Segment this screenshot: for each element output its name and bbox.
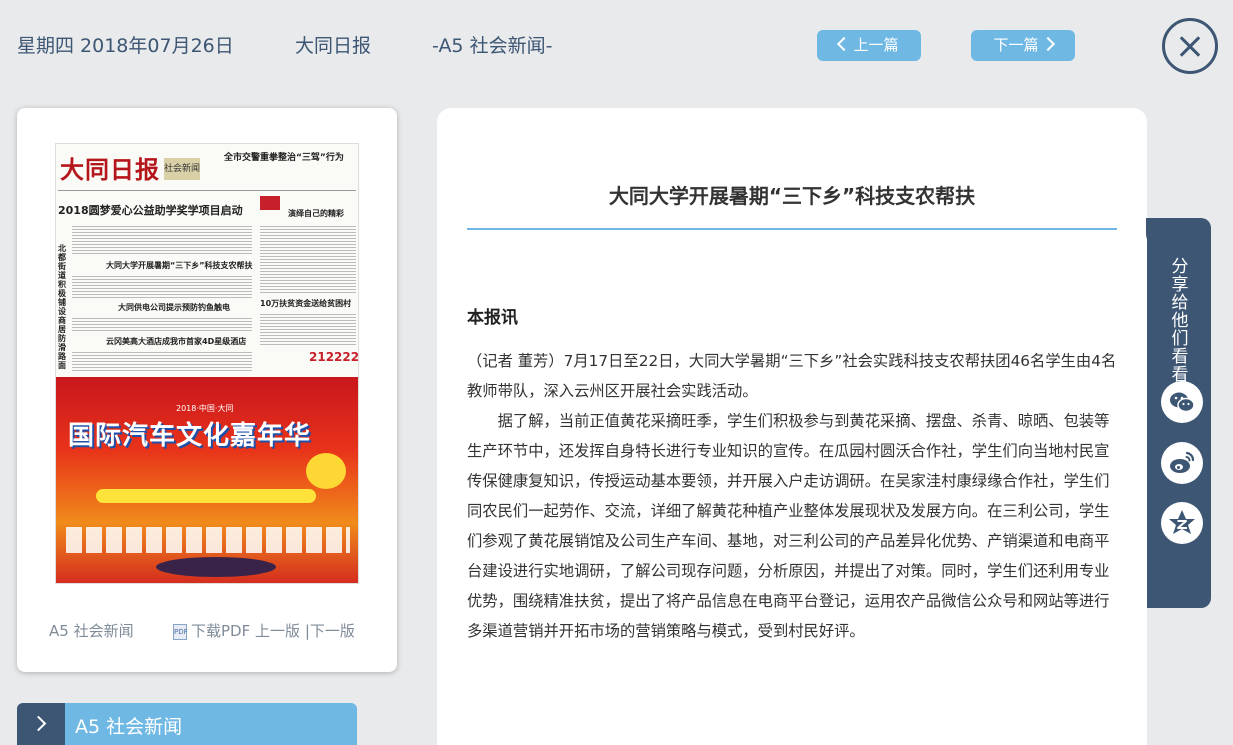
thumb-text-block: [260, 224, 356, 294]
thumb-footer-links: PDF 下载PDF 上一版 |下一版: [173, 620, 355, 641]
next-page-link[interactable]: 下一版: [310, 622, 355, 640]
qzone-icon[interactable]: [1161, 502, 1203, 544]
thumb-text-block: [72, 224, 252, 254]
thumb-headline-top: 全市交警重拳整治“三驾”行为: [224, 153, 344, 163]
next-article-button[interactable]: 下一篇: [971, 30, 1075, 61]
newspaper-page-thumbnail[interactable]: 大同日报 社会新闻 全市交警重拳整治“三驾”行为 2018圆梦爱心公益助学奖学项…: [55, 143, 359, 584]
article-body: （记者 董芳）7月17日至22日，大同大学暑期“三下乡”社会实践科技支农帮扶团4…: [467, 346, 1117, 646]
article-byline: 本报讯: [467, 308, 518, 328]
section-label: -A5 社会新闻-: [432, 35, 553, 57]
date-label: 星期四 2018年07月26日: [17, 35, 234, 57]
wechat-icon[interactable]: [1161, 381, 1203, 423]
page-thumbnail-card: 大同日报 社会新闻 全市交警重拳整治“三驾”行为 2018圆梦爱心公益助学奖学项…: [17, 108, 397, 672]
thumb-vertical-headline: 北都街道积极铺设商居防滑路面: [58, 244, 66, 370]
chevron-left-icon: [837, 36, 852, 52]
thumb-text-block: [260, 312, 356, 346]
thumb-phone-number: 2122222: [309, 350, 359, 364]
thumb-masthead: 大同日报: [60, 155, 160, 184]
thumb-ad-logos: [66, 527, 350, 553]
thumb-headline-e: 演绎自己的精彩: [288, 209, 344, 218]
prev-article-label: 上一篇: [853, 36, 899, 54]
share-label: 分享给他们看看: [1171, 257, 1189, 385]
thumb-text-block: [72, 316, 252, 332]
thumb-headline-f: 10万扶贫资金送给贫困村: [260, 299, 352, 308]
thumb-headline-c: 大同供电公司提示预防钓鱼触电: [118, 303, 230, 312]
article-paragraph: （记者 董芳）7月17日至22日，大同大学暑期“三下乡”社会实践科技支农帮扶团4…: [467, 352, 1117, 400]
thumb-ad-subtitle: 2018·中国·大同: [176, 404, 234, 413]
thumb-ad-car: [156, 557, 276, 577]
thumb-headline-b: 大同大学开展暑期“三下乡”科技支农帮扶: [106, 261, 253, 270]
thumb-headline-d: 云冈美高大酒店成我市首家4D星级酒店: [106, 337, 247, 346]
thumb-ad-band: [96, 489, 316, 503]
thumb-text-block: [72, 274, 252, 298]
thumb-section-tag: 社会新闻: [164, 158, 200, 180]
next-article-label: 下一篇: [993, 36, 1039, 54]
paper-name: 大同日报: [295, 35, 372, 57]
title-divider: [467, 228, 1117, 230]
prev-article-button[interactable]: 上一篇: [817, 30, 921, 61]
download-pdf-link[interactable]: 下载PDF: [191, 622, 250, 640]
section-bar-label: A5 社会新闻: [75, 716, 183, 738]
section-expand-button[interactable]: [17, 703, 65, 745]
article-paragraph: 据了解，当前正值黄花采摘旺季，学生们积极参与到黄花采摘、摆盘、杀青、晾晒、包装等…: [467, 412, 1110, 640]
chevron-right-icon: [30, 715, 47, 732]
thumb-ad-title: 国际汽车文化嘉年华: [68, 421, 312, 451]
thumb-text-block: [72, 350, 252, 372]
article-panel: 大同大学开展暑期“三下乡”科技支农帮扶 本报讯 （记者 董芳）7月17日至22日…: [437, 108, 1147, 745]
thumb-advertisement: 2018·中国·大同 国际汽车文化嘉年华: [56, 377, 358, 583]
thumb-ad-badge: [306, 453, 346, 489]
thumb-rule: [58, 190, 356, 191]
thumb-badge: [260, 196, 280, 210]
thumb-headline-main: 2018圆梦爱心公益助学奖学项目启动: [58, 204, 243, 217]
article-title: 大同大学开展暑期“三下乡”科技支农帮扶: [608, 184, 976, 208]
share-panel: 分享给他们看看: [1146, 218, 1211, 608]
weibo-icon[interactable]: [1161, 442, 1203, 484]
close-icon[interactable]: [1162, 18, 1218, 74]
page-section-link[interactable]: A5 社会新闻: [49, 620, 134, 641]
pdf-icon: PDF: [173, 623, 188, 640]
prev-page-link[interactable]: 上一版: [255, 622, 300, 640]
chevron-right-icon: [1040, 36, 1055, 52]
section-bar[interactable]: A5 社会新闻: [17, 703, 357, 745]
